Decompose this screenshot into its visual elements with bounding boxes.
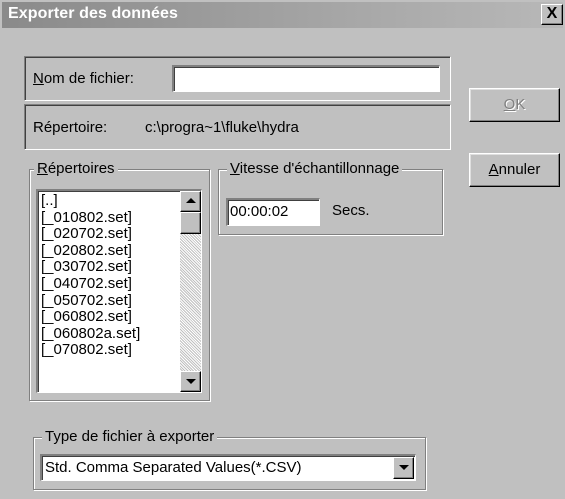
filetype-dropdown-button[interactable] <box>393 457 414 479</box>
list-item[interactable]: [_070802.set] <box>41 342 171 359</box>
chevron-down-icon <box>399 465 409 470</box>
list-item[interactable]: [_020702.set] <box>41 226 171 243</box>
list-item[interactable]: [_060802a.set] <box>41 325 171 343</box>
close-icon: X <box>546 5 558 22</box>
directory-label: Répertoire: <box>33 119 108 136</box>
title-bar[interactable]: Exporter des données X <box>2 2 563 28</box>
filetype-selected: Std. Comma Separated Values(*.CSV) <box>45 459 302 476</box>
export-dialog: Exporter des données X Nom de fichier: R… <box>0 0 565 499</box>
filetype-select[interactable]: Std. Comma Separated Values(*.CSV) <box>40 454 416 481</box>
arrow-up-icon <box>186 198 196 203</box>
filename-panel: Nom de fichier: <box>24 56 451 101</box>
directories-list: [..] [_010802.set] [_020702.set] [_02080… <box>41 192 171 359</box>
directory-path: c:\progra~1\fluke\hydra <box>145 119 299 136</box>
sample-rate-input[interactable]: 00:00:02 <box>226 198 320 226</box>
close-button[interactable]: X <box>541 4 563 25</box>
scroll-thumb[interactable] <box>180 212 201 234</box>
list-item[interactable]: [_060802.set] <box>41 309 171 326</box>
cancel-button-rest: nnuler <box>498 161 541 178</box>
filename-input[interactable] <box>172 65 440 92</box>
list-item[interactable]: [..] <box>41 192 171 210</box>
directories-listbox[interactable]: [..] [_010802.set] [_020702.set] [_02080… <box>36 189 202 393</box>
sample-rate-legend-accel: V <box>230 160 240 177</box>
directories-legend-accel: R <box>37 160 48 177</box>
ok-button[interactable]: OK <box>469 88 560 122</box>
scroll-down-button[interactable] <box>180 371 201 392</box>
list-item[interactable]: [_010802.set] <box>41 209 171 227</box>
sample-rate-legend: Vitesse d'échantillonnage <box>227 160 403 177</box>
filename-label: Nom de fichier: <box>33 70 134 87</box>
list-item[interactable]: [_020802.set] <box>41 242 171 260</box>
ok-button-rest: K <box>515 96 526 113</box>
list-item[interactable]: [_050702.set] <box>41 292 171 310</box>
sample-rate-unit: Secs. <box>332 202 370 219</box>
cancel-button-accel: A <box>488 161 499 178</box>
directories-group-legend: Répertoires <box>34 160 118 177</box>
filetype-legend: Type de fichier à exporter <box>42 428 218 445</box>
ok-button-accel: O <box>503 96 516 113</box>
filename-label-accel: N <box>33 70 44 87</box>
cancel-button[interactable]: Annuler <box>469 153 560 187</box>
arrow-down-icon <box>186 379 196 384</box>
directories-legend-rest: épertoires <box>47 160 115 177</box>
directory-panel: Répertoire: c:\progra~1\fluke\hydra <box>24 104 451 150</box>
directories-scrollbar[interactable] <box>180 191 201 392</box>
list-item[interactable]: [_030702.set] <box>41 259 171 276</box>
sample-rate-legend-rest: itesse d'échantillonnage <box>239 160 400 177</box>
scroll-up-button[interactable] <box>180 191 201 212</box>
sample-rate-value: 00:00:02 <box>230 203 289 220</box>
list-item[interactable]: [_040702.set] <box>41 275 171 293</box>
filename-label-rest: om de fichier: <box>43 70 134 87</box>
window-title: Exporter des données <box>8 5 179 22</box>
